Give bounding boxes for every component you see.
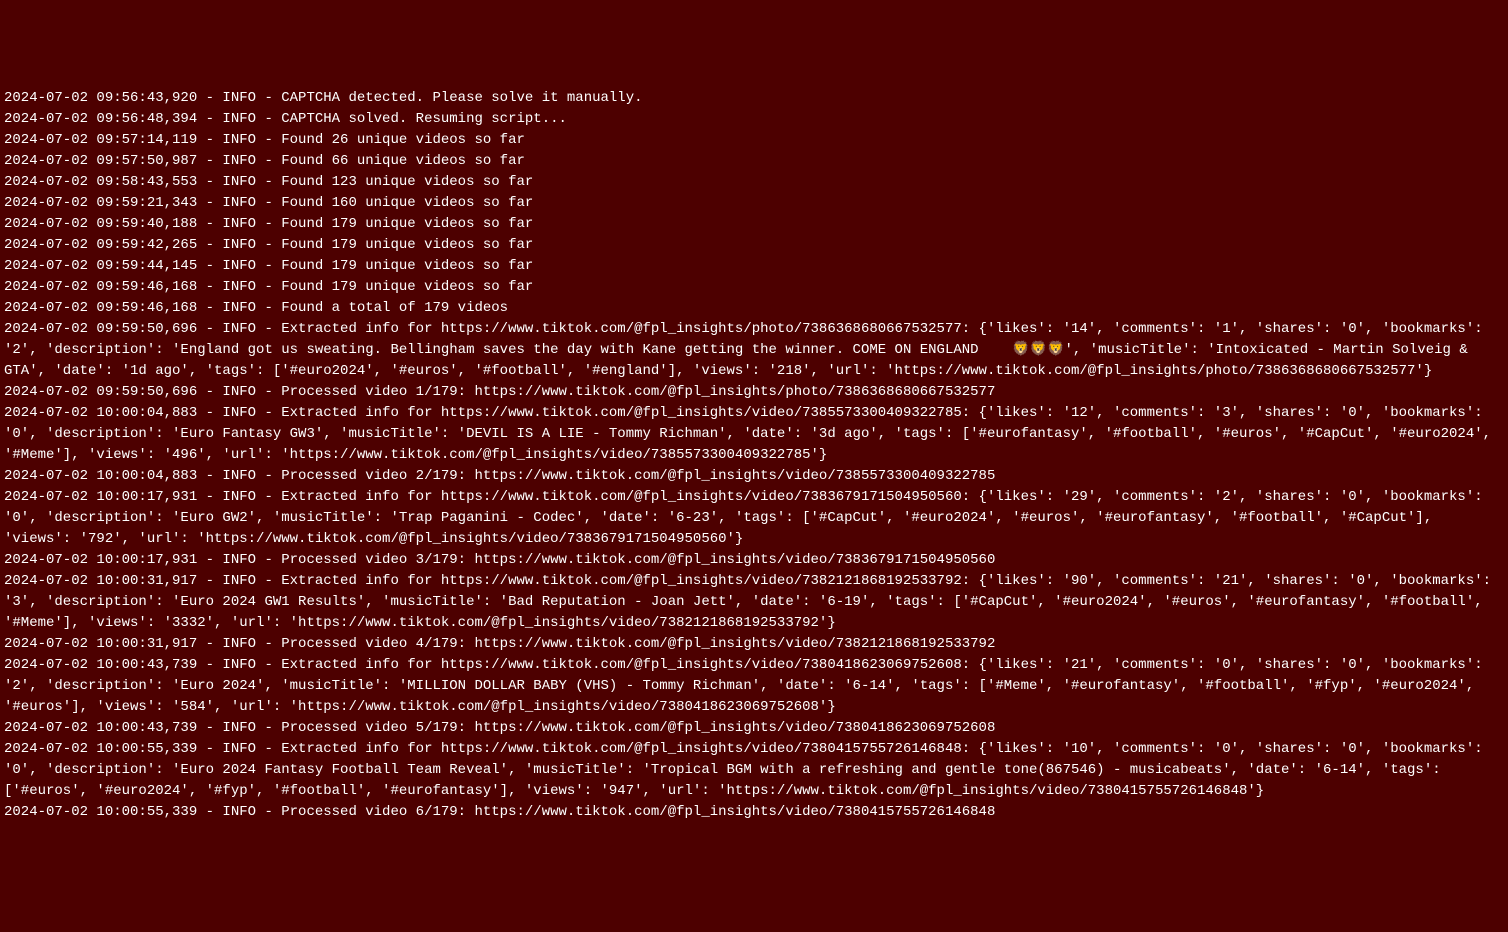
log-line: 2024-07-02 09:59:46,168 - INFO - Found 1…: [4, 277, 1504, 298]
log-line: 2024-07-02 09:56:43,920 - INFO - CAPTCHA…: [4, 88, 1504, 109]
log-line: 2024-07-02 09:58:43,553 - INFO - Found 1…: [4, 172, 1504, 193]
log-line: 2024-07-02 10:00:04,883 - INFO - Extract…: [4, 403, 1504, 466]
log-line: 2024-07-02 10:00:55,339 - INFO - Process…: [4, 802, 1504, 823]
log-line: 2024-07-02 09:56:48,394 - INFO - CAPTCHA…: [4, 109, 1504, 130]
log-line: 2024-07-02 09:59:46,168 - INFO - Found a…: [4, 298, 1504, 319]
log-line: 2024-07-02 10:00:43,739 - INFO - Process…: [4, 718, 1504, 739]
log-line: 2024-07-02 10:00:55,339 - INFO - Extract…: [4, 739, 1504, 802]
log-line: 2024-07-02 10:00:43,739 - INFO - Extract…: [4, 655, 1504, 718]
log-line: 2024-07-02 09:59:42,265 - INFO - Found 1…: [4, 235, 1504, 256]
log-line: 2024-07-02 10:00:31,917 - INFO - Extract…: [4, 571, 1504, 634]
log-line: 2024-07-02 10:00:31,917 - INFO - Process…: [4, 634, 1504, 655]
log-line: 2024-07-02 09:59:50,696 - INFO - Extract…: [4, 319, 1504, 382]
log-line: 2024-07-02 10:00:17,931 - INFO - Extract…: [4, 487, 1504, 550]
log-line: 2024-07-02 10:00:17,931 - INFO - Process…: [4, 550, 1504, 571]
log-line: 2024-07-02 09:59:50,696 - INFO - Process…: [4, 382, 1504, 403]
log-line: 2024-07-02 09:59:44,145 - INFO - Found 1…: [4, 256, 1504, 277]
log-line: 2024-07-02 09:57:50,987 - INFO - Found 6…: [4, 151, 1504, 172]
log-line: 2024-07-02 09:59:40,188 - INFO - Found 1…: [4, 214, 1504, 235]
log-line: 2024-07-02 09:57:14,119 - INFO - Found 2…: [4, 130, 1504, 151]
log-line: 2024-07-02 10:00:04,883 - INFO - Process…: [4, 466, 1504, 487]
terminal-log-output[interactable]: 2024-07-02 09:56:43,920 - INFO - CAPTCHA…: [4, 88, 1504, 823]
log-line: 2024-07-02 09:59:21,343 - INFO - Found 1…: [4, 193, 1504, 214]
